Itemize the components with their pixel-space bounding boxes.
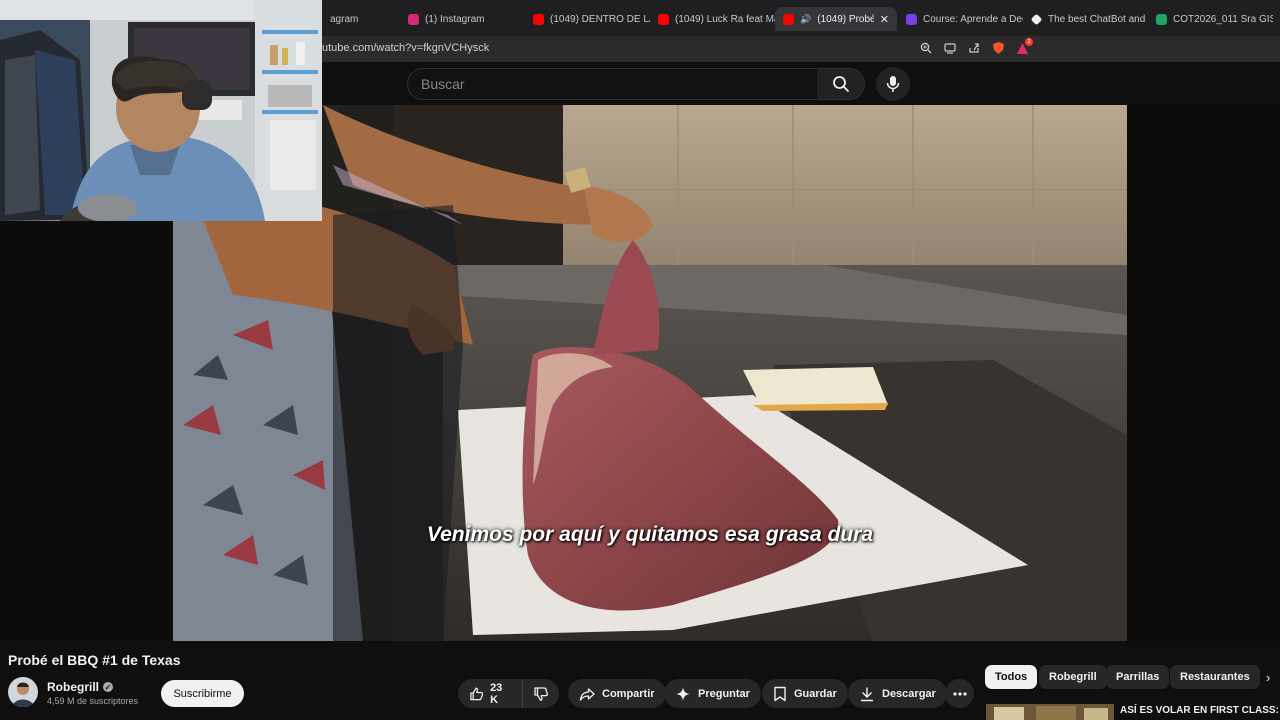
brave-rewards-icon[interactable]: 1 (1014, 38, 1033, 56)
search-icon (832, 76, 849, 93)
video-subtitle: Venimos por aquí y quitamos esa grasa du… (426, 523, 874, 546)
browser-tab[interactable]: (1049) Luck Ra feat Malu (650, 7, 775, 31)
youtube-icon (658, 13, 669, 25)
chip-todos[interactable]: Todos (985, 665, 1038, 689)
browser-tab[interactable]: agram (322, 7, 402, 31)
browser-tab-active[interactable]: 🔊 (1049) Probé el B ✕ (775, 7, 897, 31)
browser-tab[interactable]: COT2026_011 Sra GISEL (1148, 7, 1273, 31)
chip-restaurantes[interactable]: Restaurantes (1170, 665, 1260, 689)
instagram-icon (408, 13, 419, 25)
like-button[interactable]: 23 K (458, 679, 523, 708)
chevron-right-icon[interactable]: › (1266, 670, 1270, 685)
tab-label: (1049) Luck Ra feat Malu (675, 13, 775, 25)
verified-icon: ✓ (103, 682, 114, 692)
bookmark-icon (774, 686, 786, 701)
tab-label: agram (330, 13, 359, 25)
tab-label: COT2026_011 Sra GISEL (1173, 13, 1273, 25)
voice-search-button[interactable] (876, 67, 910, 101)
video-side-dark (1127, 105, 1280, 641)
youtube-icon (783, 13, 794, 25)
like-count: 23 K (490, 681, 503, 706)
address-tools: 1 (918, 38, 1033, 56)
webcam-overlay (0, 0, 322, 221)
recommendation-title[interactable]: ASÍ ES VOLAR EN FIRST CLASS: (1120, 705, 1279, 716)
search-button[interactable] (817, 68, 865, 100)
avatar-image (8, 677, 38, 707)
browser-tab[interactable]: (1) Instagram (400, 7, 525, 31)
recommendation-thumbnail[interactable] (986, 704, 1114, 720)
sparkle-icon (676, 686, 690, 701)
speaker-icon: 🔊 (800, 13, 812, 24)
url-text[interactable]: utube.com/watch?v=fkgnVCHysck (322, 42, 489, 54)
browser-tab[interactable]: The best ChatBot and W (1023, 7, 1148, 31)
channel-avatar[interactable] (8, 677, 38, 707)
like-dislike-group: 23 K (458, 679, 559, 708)
channel-name-text: Robegrill (47, 680, 100, 694)
zoom-icon[interactable] (918, 40, 934, 56)
chatbot-icon (1030, 13, 1043, 25)
download-label: Descargar (882, 687, 936, 700)
save-label: Guardar (794, 687, 837, 700)
more-actions-button[interactable] (945, 679, 974, 708)
ask-button[interactable]: Preguntar (664, 679, 761, 708)
ask-label: Preguntar (698, 687, 750, 700)
tab-label: (1049) Probé el B (817, 13, 874, 25)
browser-tab[interactable]: (1049) DENTRO DE LA FÁ (525, 7, 650, 31)
search-box[interactable] (407, 68, 818, 100)
share-page-icon[interactable] (966, 40, 982, 56)
share-label: Compartir (602, 687, 655, 700)
brave-shield-icon[interactable] (990, 40, 1006, 56)
thumbs-up-icon (470, 687, 484, 700)
subscribe-button[interactable]: Suscribirme (161, 680, 244, 707)
browser-tab[interactable]: Course: Aprende a Decla (898, 7, 1023, 31)
tab-label: (1) Instagram (425, 13, 485, 25)
course-icon (906, 13, 917, 25)
share-button[interactable]: Compartir (568, 679, 666, 708)
more-icon (952, 691, 967, 696)
video-title: Probé el BBQ #1 de Texas (8, 652, 181, 668)
chip-parrillas[interactable]: Parrillas (1106, 665, 1170, 689)
share-icon (579, 687, 595, 701)
subscriber-count: 4,59 M de suscriptores (47, 696, 139, 706)
download-button[interactable]: Descargar (848, 679, 947, 708)
thumbnail-image (986, 704, 1114, 720)
cast-icon[interactable] (942, 40, 958, 56)
save-button[interactable]: Guardar (762, 679, 848, 708)
microphone-icon (886, 76, 900, 92)
channel-name[interactable]: Robegrill ✓ (47, 680, 114, 694)
close-tab-icon[interactable]: ✕ (880, 13, 889, 26)
tab-label: The best ChatBot and W (1048, 13, 1148, 25)
tab-label: (1049) DENTRO DE LA FÁ (550, 13, 650, 25)
webcam-frame (0, 0, 322, 221)
notification-badge: 1 (1025, 38, 1033, 46)
download-icon (861, 687, 873, 701)
youtube-icon (533, 13, 544, 25)
chip-robegrill[interactable]: Robegrill (1039, 665, 1107, 689)
search-input[interactable] (421, 76, 817, 92)
dislike-button[interactable] (523, 679, 559, 708)
thumbs-down-icon (534, 686, 548, 701)
tab-label: Course: Aprende a Decla (923, 13, 1023, 25)
sheets-icon (1156, 13, 1167, 25)
